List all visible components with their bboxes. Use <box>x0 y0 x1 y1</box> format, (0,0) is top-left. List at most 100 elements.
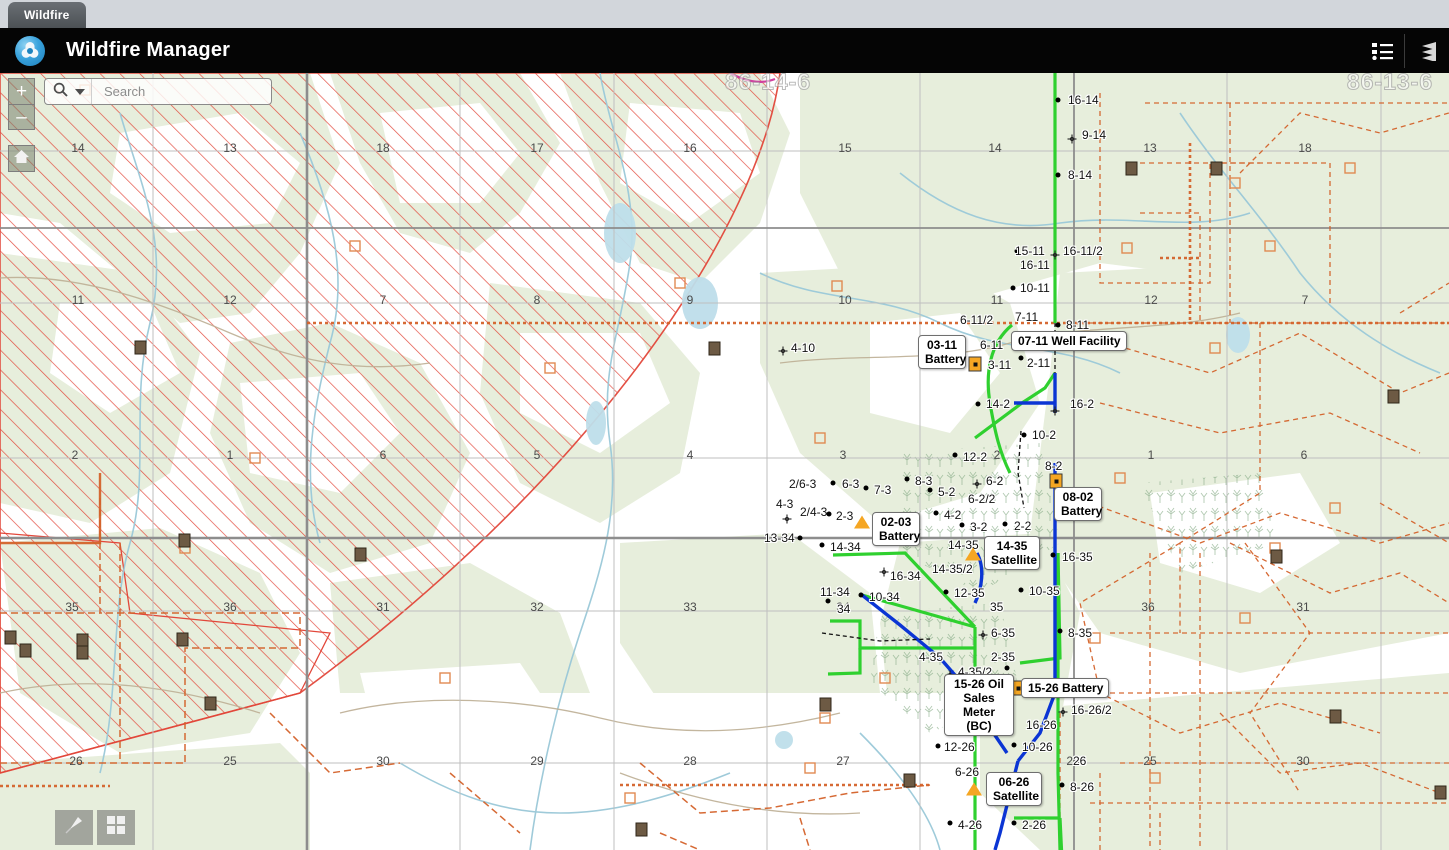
well-point-icon[interactable] <box>797 535 803 541</box>
map-callout-line: 15-26 Oil <box>953 677 1005 691</box>
well-point-icon[interactable] <box>825 598 831 604</box>
radiation-logo-icon <box>15 35 45 66</box>
well-point-icon[interactable] <box>975 401 981 407</box>
well-symbol-icon[interactable] <box>972 476 982 489</box>
well-point-icon[interactable] <box>904 476 910 482</box>
basemap-gallery-button[interactable] <box>97 810 135 845</box>
section-number: 36 <box>223 600 237 614</box>
well-point-icon[interactable] <box>826 511 832 517</box>
browser-tab-wildfire[interactable]: Wildfire <box>8 2 86 28</box>
well-point-icon[interactable] <box>1011 742 1017 748</box>
well-symbol-icon[interactable] <box>1067 131 1077 144</box>
section-number: 15 <box>838 141 852 155</box>
measure-tool-button[interactable] <box>55 810 93 845</box>
well-point-icon[interactable] <box>935 743 941 749</box>
satellite-facility-icon[interactable] <box>966 782 982 796</box>
map-bottom-tools <box>55 810 135 845</box>
section-number: 31 <box>376 600 390 614</box>
well-symbol-icon[interactable] <box>1058 704 1068 717</box>
well-point-icon[interactable] <box>863 485 869 491</box>
well-label: 16-11/2 <box>1063 244 1103 258</box>
well-label: 8-35 <box>1068 626 1093 640</box>
well-point-icon[interactable] <box>933 510 939 516</box>
section-number: 11 <box>71 293 85 307</box>
map-callout-line: Battery <box>1061 504 1103 518</box>
satellite-facility-icon[interactable] <box>854 515 870 529</box>
well-point-icon[interactable] <box>1002 521 1008 527</box>
well-point-icon[interactable] <box>1055 97 1061 103</box>
well-point-icon[interactable] <box>1010 285 1016 291</box>
well-label: 6-26 <box>955 765 980 779</box>
layers-stack-icon[interactable] <box>1405 28 1449 73</box>
section-number: 1 <box>1147 448 1155 462</box>
well-label: 16-34 <box>890 569 921 583</box>
well-point-icon[interactable] <box>1055 172 1061 178</box>
well-label: 14-34 <box>830 540 861 554</box>
section-number: 5 <box>533 448 541 462</box>
map-callout-line: 03-11 <box>926 338 958 352</box>
search-input[interactable] <box>102 83 252 100</box>
home-extent-button[interactable] <box>8 145 35 172</box>
zoom-out-button[interactable]: – <box>9 104 34 129</box>
well-symbol-icon[interactable] <box>1050 403 1060 416</box>
township-label: 86-14-6 <box>724 73 812 95</box>
map-callout[interactable]: 03-11 Battery <box>918 335 966 369</box>
well-point-icon[interactable] <box>819 542 825 548</box>
section-number: 30 <box>1296 754 1310 768</box>
well-label: 3-2 <box>970 520 988 534</box>
map-callout[interactable]: 15-26 Oil Sales Meter (BC) <box>944 674 1014 736</box>
chevron-down-icon[interactable] <box>75 88 85 95</box>
basemap-gallery-icon <box>106 815 126 840</box>
well-point-icon[interactable] <box>943 589 949 595</box>
well-label: 14-2 <box>986 397 1011 411</box>
well-label: 16-26/2 <box>1071 703 1112 717</box>
satellite-facility-icon[interactable] <box>965 547 981 561</box>
section-number: 29 <box>530 754 544 768</box>
well-symbol-icon[interactable] <box>782 511 792 524</box>
map-callout-line: 14-35 <box>996 539 1028 553</box>
well-point-icon[interactable] <box>1057 628 1063 634</box>
map-callout[interactable]: 15-26 Battery <box>1021 678 1109 698</box>
well-label: 10-2 <box>1032 428 1057 442</box>
well-label: 6-11/2 <box>960 313 994 327</box>
battery-facility-icon[interactable] <box>968 356 982 372</box>
map-callout[interactable]: 07-11 Well Facility <box>1011 331 1127 351</box>
well-symbol-icon[interactable] <box>978 627 988 640</box>
well-point-icon[interactable] <box>1004 665 1010 671</box>
well-point-icon[interactable] <box>947 820 953 826</box>
well-label: 15-11 <box>1015 244 1045 258</box>
well-label: 6-2 <box>986 474 1004 488</box>
zoom-in-button[interactable]: + <box>9 79 34 104</box>
map-callout[interactable]: 08-02 Battery <box>1054 487 1102 521</box>
well-point-icon[interactable] <box>1018 587 1024 593</box>
map-callout[interactable]: 14-35 Satellite <box>984 536 1040 570</box>
browser-tab-label: Wildfire <box>24 8 70 22</box>
section-number: 14 <box>71 141 85 155</box>
section-number: 26 <box>69 754 83 768</box>
well-point-icon[interactable] <box>1018 355 1024 361</box>
well-label: 2-2 <box>1014 519 1032 533</box>
section-number: 30 <box>376 754 390 768</box>
well-point-icon[interactable] <box>830 480 836 486</box>
search-widget[interactable] <box>44 78 272 105</box>
well-point-icon[interactable] <box>927 487 933 493</box>
well-symbol-icon[interactable] <box>1050 247 1060 260</box>
map-callout[interactable]: 06-26 Satellite <box>986 772 1042 806</box>
well-point-icon[interactable] <box>1055 322 1061 328</box>
well-point-icon[interactable] <box>952 452 958 458</box>
well-symbol-icon[interactable] <box>778 343 788 356</box>
map-callout-line: Battery <box>925 352 967 366</box>
map-callout[interactable]: 02-03 Battery <box>872 512 920 546</box>
well-point-icon[interactable] <box>1021 432 1027 438</box>
well-point-icon[interactable] <box>858 592 864 598</box>
well-point-icon[interactable] <box>1059 782 1065 788</box>
well-label: 10-26 <box>1022 740 1053 754</box>
map-canvas[interactable]: 86-14-6 86-13-6 14 13 18 17 16 15 14 13 18 11 12 7 8 9… <box>0 73 1449 850</box>
legend-list-icon[interactable] <box>1360 28 1404 73</box>
well-label: 9-14 <box>1082 128 1107 142</box>
well-point-icon[interactable] <box>1011 820 1017 826</box>
well-symbol-icon[interactable] <box>879 564 889 577</box>
well-label: 4-26 <box>958 818 983 832</box>
well-point-icon[interactable] <box>959 522 965 528</box>
well-point-icon[interactable] <box>1050 552 1056 558</box>
